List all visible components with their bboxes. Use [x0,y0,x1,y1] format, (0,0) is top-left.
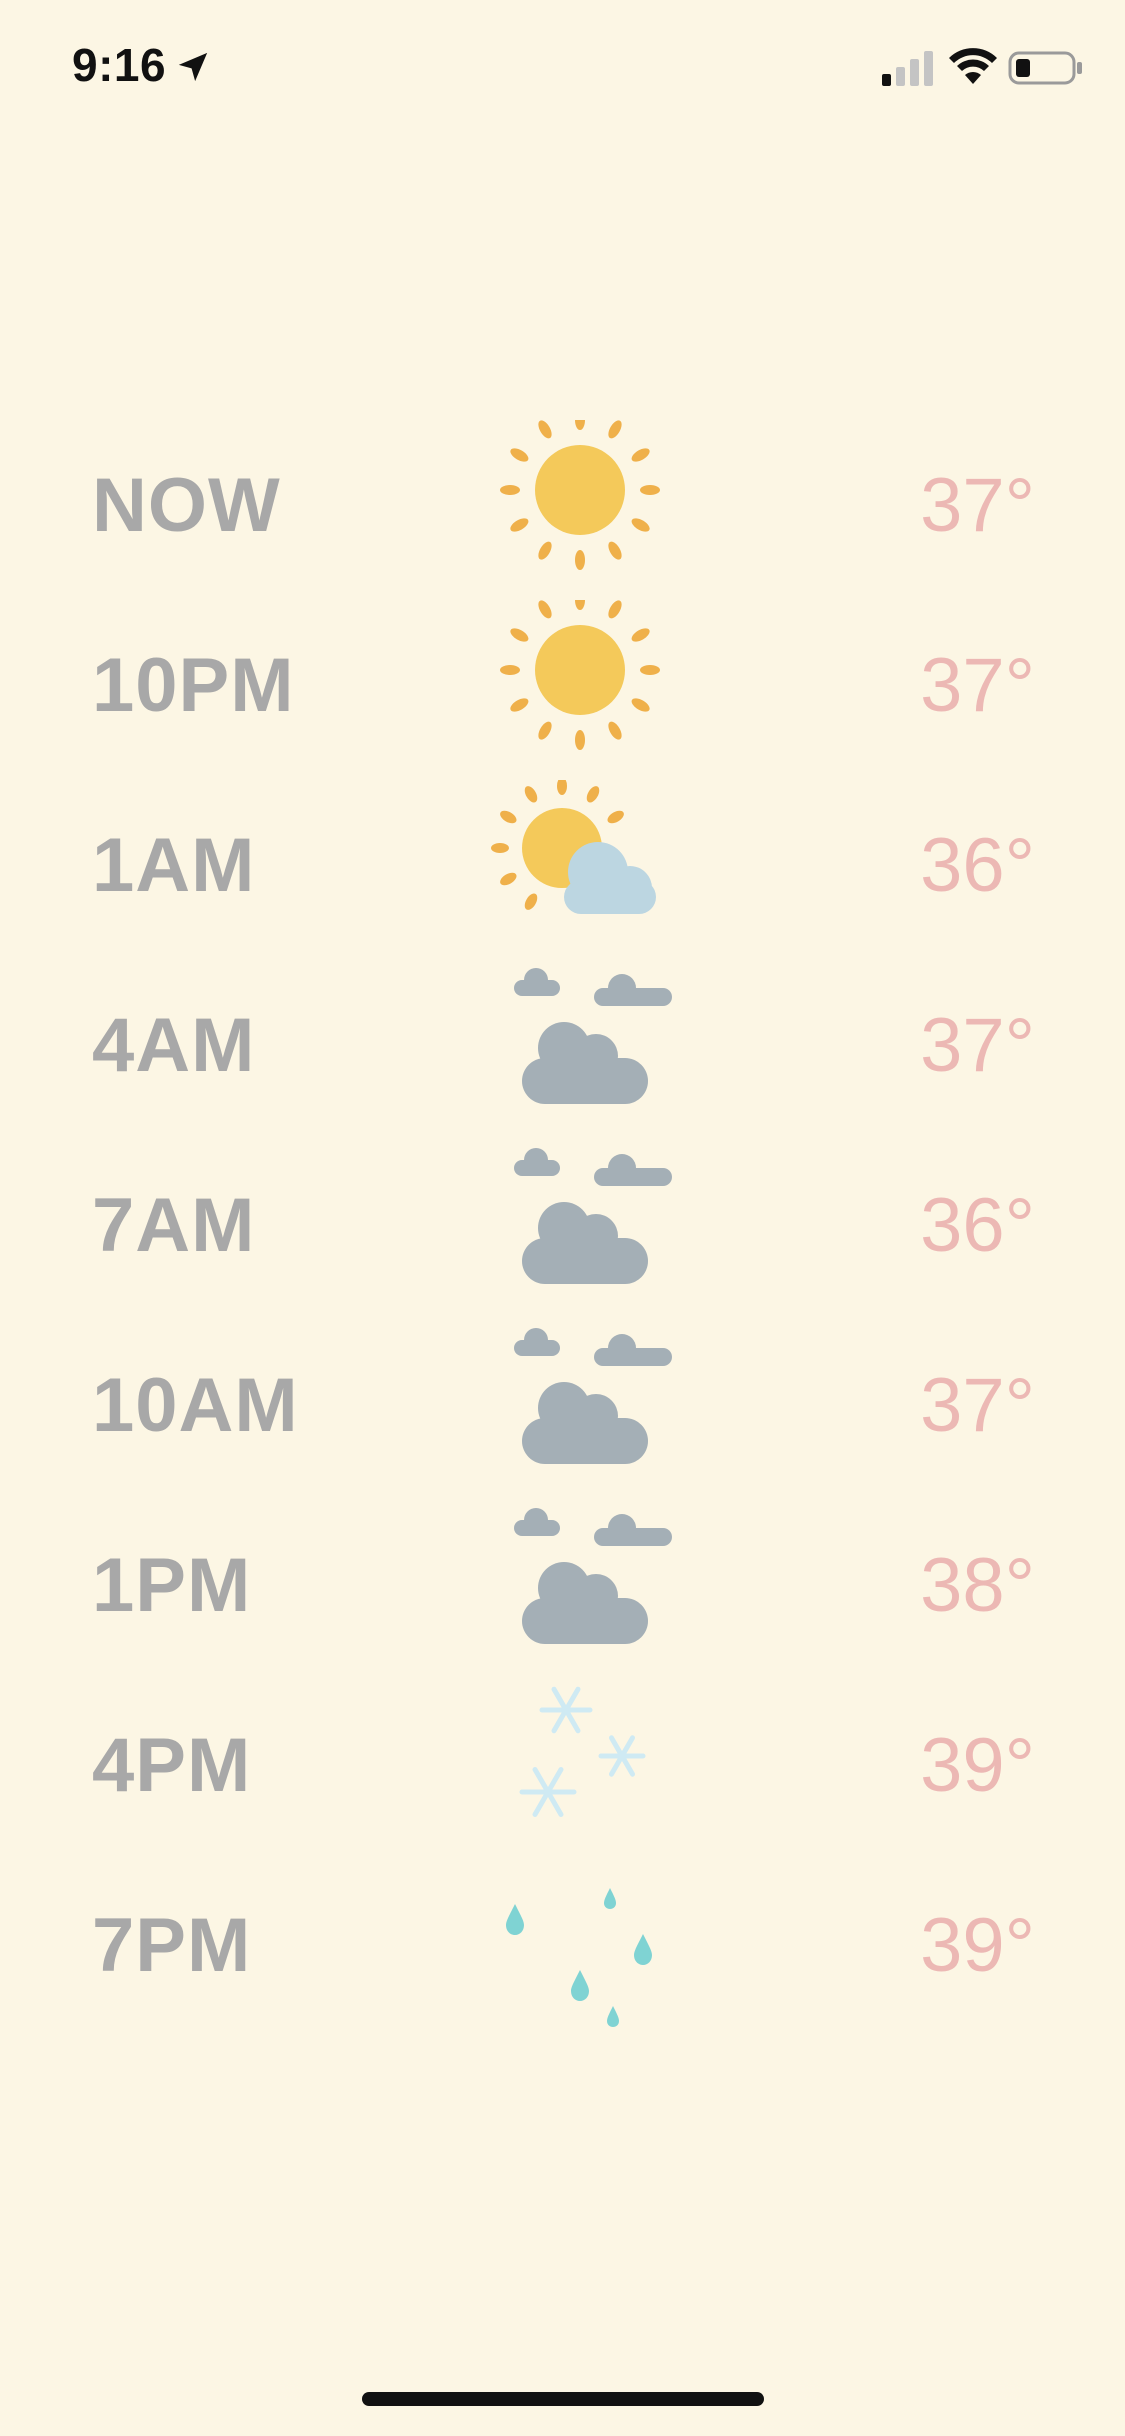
forecast-temperature: 36° [920,823,1035,908]
hourly-forecast-list: NOW 37° 10PM 37° 1AM 36° 4AM 37° 7AM 36°… [0,420,1125,2050]
forecast-temperature: 39° [920,1903,1035,1988]
cloudy-icon [514,1148,672,1284]
forecast-time: 7PM [92,1903,252,1988]
forecast-temperature: 37° [920,1003,1035,1088]
forecast-time: 4AM [92,1003,256,1088]
forecast-row: 7PM 39° [0,1870,1125,2050]
forecast-temperature: 37° [920,463,1035,548]
forecast-row: 10AM 37° [0,1328,1125,1510]
snow-icon [519,1686,646,1818]
cloudy-icon [514,1328,672,1464]
forecast-time: 1PM [92,1543,252,1628]
battery-icon [1008,51,1082,85]
forecast-time: 7AM [92,1183,256,1268]
cellular-signal-icon [882,51,933,86]
forecast-time: 1AM [92,823,256,908]
forecast-time: 10AM [92,1363,299,1448]
forecast-row: 4PM 39° [0,1686,1125,1870]
forecast-temperature: 36° [920,1183,1035,1268]
forecast-temperature: 38° [920,1543,1035,1628]
rain-icon [506,1888,652,2027]
forecast-row: 7AM 36° [0,1148,1125,1330]
sun-icon [500,600,660,750]
forecast-row: 4AM 37° [0,968,1125,1150]
forecast-temperature: 37° [920,1363,1035,1448]
forecast-time: 10PM [92,643,295,728]
forecast-temperature: 39° [920,1723,1035,1808]
home-indicator[interactable] [362,2392,764,2406]
forecast-row: 1PM 38° [0,1508,1125,1690]
forecast-time: NOW [92,463,281,548]
status-bar: 9:16 [0,0,1125,140]
cloudy-icon [514,1508,672,1644]
forecast-row: 10PM 37° [0,600,1125,790]
forecast-time: 4PM [92,1723,252,1808]
partly-cloudy-icon [491,780,656,914]
forecast-row: 1AM 36° [0,780,1125,970]
forecast-temperature: 37° [920,643,1035,728]
location-arrow-icon [178,52,208,82]
cloudy-icon [514,968,672,1104]
status-time: 9:16 [72,39,167,91]
sun-icon [500,420,660,570]
wifi-icon [949,48,997,84]
forecast-row: NOW 37° [0,420,1125,610]
